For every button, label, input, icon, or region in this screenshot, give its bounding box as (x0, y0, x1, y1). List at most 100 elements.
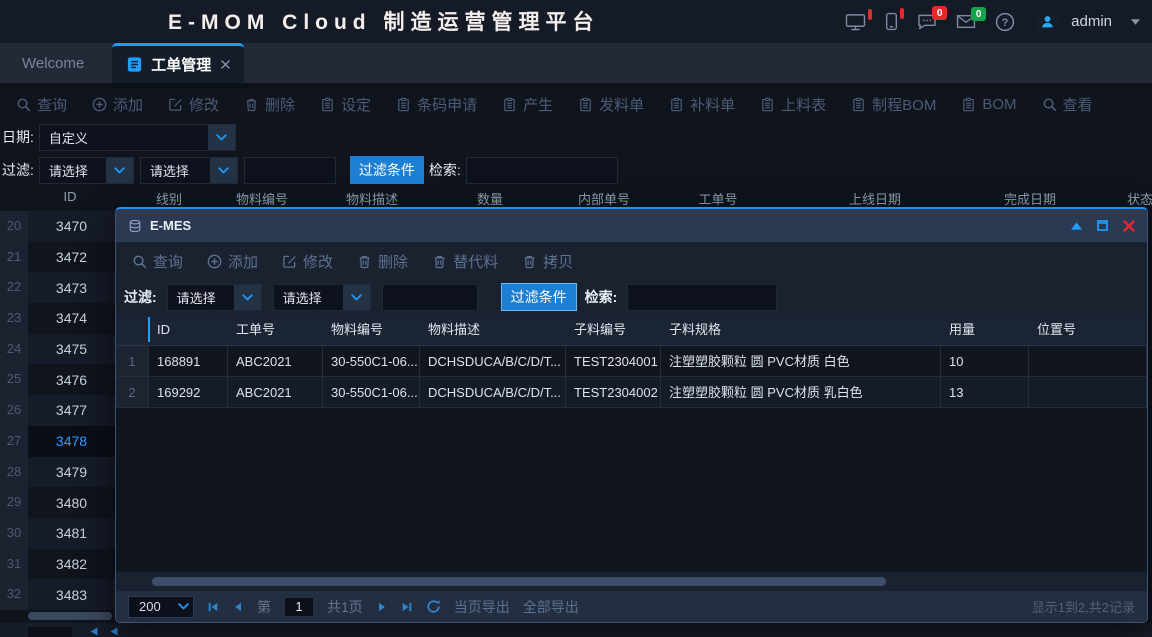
column-header[interactable]: 线别 (156, 189, 182, 208)
column-header[interactable]: 内部单号 (578, 189, 630, 208)
toolbar-button[interactable]: 上料表 (760, 94, 826, 115)
tab-work-order[interactable]: 工单管理 (112, 43, 244, 83)
toolbar-button[interactable]: 替代料 (432, 251, 498, 272)
search-input[interactable] (627, 284, 777, 311)
table-row[interactable]: 32 3483 (0, 579, 115, 610)
prev-page-icon[interactable] (232, 601, 244, 613)
column-header[interactable]: 物料描述 (420, 314, 566, 345)
filter-field-select[interactable]: 请选择 (39, 157, 134, 184)
column-header[interactable]: 工单号 (698, 189, 737, 208)
toolbar-button-label: 删除 (378, 251, 408, 272)
table-row[interactable]: 21 3472 (0, 242, 115, 273)
table-row[interactable]: 27 3478 (0, 426, 115, 457)
header-actions: 0 0 ? admin (845, 0, 1140, 43)
table-row[interactable]: 28 3479 (0, 457, 115, 488)
toolbar-button[interactable]: 制程BOM (851, 94, 936, 115)
monitor-icon[interactable] (845, 13, 866, 31)
column-header[interactable]: 物料编号 (323, 314, 420, 345)
dialog-titlebar[interactable]: E-MES (116, 209, 1147, 242)
column-header[interactable]: 工单号 (228, 314, 323, 345)
toolbar-button[interactable]: 删除 (357, 251, 408, 272)
chevron-down-icon (106, 158, 133, 183)
toolbar-button[interactable]: 设定 (320, 94, 371, 115)
column-header[interactable]: 上线日期 (849, 189, 901, 208)
tab-welcome-label: Welcome (22, 55, 84, 72)
collapse-icon[interactable] (1071, 222, 1082, 230)
mail-icon[interactable]: 0 (956, 14, 976, 29)
bg-horizontal-scrollbar[interactable] (28, 612, 112, 620)
tab-close-icon[interactable] (221, 60, 230, 69)
toolbar-button[interactable]: 产生 (502, 94, 553, 115)
chevron-down-icon (208, 125, 235, 150)
avatar[interactable] (1034, 9, 1060, 35)
maximize-icon[interactable] (1097, 220, 1108, 231)
toolbar-button[interactable]: 添加 (207, 251, 258, 272)
column-header[interactable]: 物料编号 (236, 189, 288, 208)
column-header[interactable]: 完成日期 (1004, 189, 1056, 208)
toolbar-button[interactable]: BOM (961, 96, 1016, 113)
filter-condition-button[interactable]: 过滤条件 (501, 283, 577, 311)
next-page-icon[interactable] (376, 601, 388, 613)
table-row[interactable]: 25 3476 (0, 364, 115, 395)
toolbar-button[interactable]: 查询 (132, 251, 183, 272)
toolbar-button[interactable]: 删除 (244, 94, 295, 115)
page-size-select[interactable]: 200 (128, 596, 194, 618)
close-icon[interactable] (1123, 220, 1135, 232)
help-icon[interactable]: ? (995, 12, 1015, 32)
table-row[interactable]: 2 169292 ABC2021 30-550C1-06... DCHSDUCA… (116, 377, 1147, 408)
column-header[interactable]: 物料描述 (346, 189, 398, 208)
bg-first-page-icon[interactable] (91, 628, 98, 636)
toolbar-button[interactable]: 发料单 (578, 94, 644, 115)
column-header[interactable]: 位置号 (1029, 314, 1147, 345)
filter-value-input[interactable] (382, 284, 478, 311)
phone-icon[interactable] (885, 12, 898, 31)
toolbar-button[interactable]: 条码申请 (396, 94, 477, 115)
user-menu-caret-icon[interactable] (1131, 19, 1140, 25)
toolbar-button[interactable]: 添加 (92, 94, 143, 115)
table-row[interactable]: 24 3475 (0, 334, 115, 365)
toolbar-button[interactable]: 修改 (168, 94, 219, 115)
table-row[interactable]: 1 168891 ABC2021 30-550C1-06... DCHSDUCA… (116, 346, 1147, 377)
toolbar-button[interactable]: 补料单 (669, 94, 735, 115)
filter-field-select[interactable]: 请选择 (167, 284, 262, 311)
first-page-icon[interactable] (207, 601, 219, 613)
row-number: 26 (0, 395, 28, 426)
bg-page-size-select[interactable] (28, 627, 72, 637)
row-id-cell: 3480 (28, 495, 115, 511)
tab-welcome[interactable]: Welcome (0, 43, 106, 83)
cell-usage: 10 (941, 346, 1029, 377)
table-row[interactable]: 31 3482 (0, 549, 115, 580)
column-header[interactable]: 数量 (477, 189, 503, 208)
date-select[interactable]: 自定义 (39, 124, 236, 151)
column-header[interactable]: 状态 (1127, 189, 1152, 208)
chat-icon[interactable]: 0 (917, 13, 937, 30)
filter-condition-button[interactable]: 过滤条件 (350, 156, 424, 184)
filter-operator-select[interactable]: 请选择 (273, 284, 371, 311)
export-page-link[interactable]: 当页导出 (454, 597, 510, 617)
column-header[interactable]: 用量 (941, 314, 1029, 345)
bg-prev-page-icon[interactable] (111, 628, 118, 636)
toolbar-button[interactable]: 修改 (282, 251, 333, 272)
export-all-link[interactable]: 全部导出 (523, 597, 579, 617)
filter-label: 过滤: (124, 287, 157, 307)
column-header[interactable]: ID (149, 314, 228, 345)
table-row[interactable]: 20 3470 (0, 211, 115, 242)
table-row[interactable]: 29 3480 (0, 487, 115, 518)
toolbar-button[interactable]: 拷贝 (522, 251, 573, 272)
toolbar-button[interactable]: 查看 (1042, 94, 1093, 115)
table-row[interactable]: 23 3474 (0, 303, 115, 334)
refresh-icon[interactable] (426, 599, 441, 614)
table-row[interactable]: 22 3473 (0, 272, 115, 303)
filter-operator-select[interactable]: 请选择 (140, 157, 238, 184)
column-header[interactable]: ID (64, 189, 77, 204)
table-row[interactable]: 26 3477 (0, 395, 115, 426)
toolbar-button[interactable]: 查询 (16, 94, 67, 115)
table-row[interactable]: 30 3481 (0, 518, 115, 549)
search-input[interactable] (466, 157, 618, 184)
dialog-hscroll-thumb[interactable] (152, 577, 886, 586)
page-number-input[interactable] (284, 597, 314, 617)
last-page-icon[interactable] (401, 601, 413, 613)
column-header[interactable]: 子料规格 (661, 314, 941, 345)
column-header[interactable]: 子料编号 (566, 314, 661, 345)
filter-value-input[interactable] (244, 157, 336, 184)
